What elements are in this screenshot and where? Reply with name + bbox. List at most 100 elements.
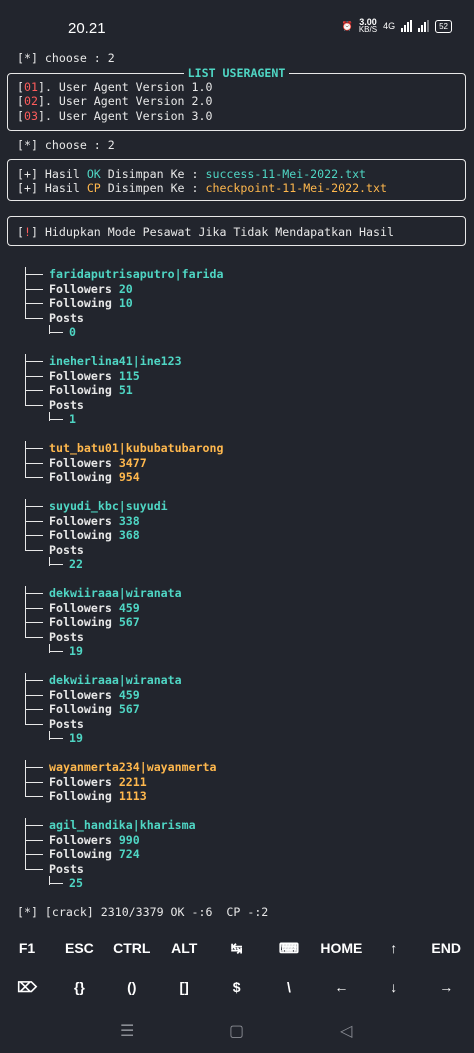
signal-icon — [401, 20, 413, 32]
account-name: dekwiiraaa|wiranata — [49, 586, 182, 600]
posts-value: 19 — [69, 644, 83, 658]
arrow-down-key[interactable]: ↓ — [368, 979, 420, 995]
posts-value: 25 — [69, 876, 83, 890]
keyboard-toggle-icon[interactable]: ⌨ — [263, 940, 315, 957]
posts-label: Posts — [49, 861, 84, 876]
tree-branch — [25, 441, 26, 477]
followers-row: Followers 338 — [49, 513, 140, 528]
backslash-key[interactable]: \ — [263, 979, 315, 995]
status-icons: ⏰ 3.00 KB/S 4G 52 — [342, 18, 452, 34]
tree-connector — [25, 622, 43, 623]
followers-row: Followers 459 — [49, 687, 140, 702]
posts-label: Posts — [49, 542, 84, 557]
home-icon[interactable]: ▢ — [229, 1021, 244, 1040]
followers-row: Followers 459 — [49, 600, 140, 615]
tree-connector — [25, 448, 43, 449]
tab-key[interactable]: ↹ — [211, 940, 263, 957]
tree-connector — [49, 738, 63, 739]
tree-connector — [49, 883, 63, 884]
delete-key[interactable]: ⌦ — [1, 979, 53, 996]
dollar-key[interactable]: $ — [211, 979, 263, 995]
tree-connector — [25, 694, 43, 696]
ctrl-key[interactable]: CTRL — [106, 940, 158, 956]
alarm-icon: ⏰ — [341, 20, 353, 31]
posts-label: Posts — [49, 310, 84, 325]
tree-connector — [25, 274, 43, 275]
f1-key[interactable]: F1 — [1, 940, 53, 956]
useragent-title: LIST USERAGENT — [183, 66, 290, 80]
account-name: wayanmerta234|wayanmerta — [49, 760, 217, 774]
battery-icon: 52 — [435, 19, 452, 33]
tree-connector — [25, 825, 43, 826]
following-row: Following 10 — [49, 296, 133, 310]
crack-progress: [*] [crack] 2310/3379 OK -:6 CP -:2 — [17, 905, 269, 919]
followers-row: Followers 115 — [49, 368, 140, 383]
recents-icon[interactable]: ☰ — [120, 1021, 134, 1040]
following-row: Following 368 — [49, 528, 140, 542]
tree-connector — [25, 781, 43, 783]
navigation-bar: ☰ ▢ ◁ — [0, 1007, 474, 1053]
clock: 20.21 — [68, 20, 106, 37]
following-row: Following 567 — [49, 702, 140, 716]
tree-connector — [25, 520, 43, 522]
useragent-item: [02]. User Agent Version 2.0 — [17, 94, 213, 108]
prompt-choose-2: [*] choose : 2 — [17, 138, 115, 152]
following-row: Following 51 — [49, 383, 133, 397]
result-cp-line: [+] Hasil CP Disimpen Ke : checkpoint-11… — [17, 181, 387, 195]
tree-connector — [25, 723, 43, 725]
back-icon[interactable]: ◁ — [340, 1021, 352, 1040]
arrow-left-key[interactable]: ← — [315, 979, 367, 995]
useragent-item: [03]. User Agent Version 3.0 — [17, 109, 213, 123]
network-speed: 3.00 KB/S — [358, 17, 378, 34]
arrow-up-key[interactable]: ↑ — [368, 940, 420, 956]
tree-connector — [25, 375, 43, 377]
parentheses-key[interactable]: () — [106, 979, 158, 995]
tree-connector — [25, 868, 43, 870]
braces-key[interactable]: {} — [53, 979, 105, 995]
tree-connector — [49, 564, 63, 565]
followers-row: Followers 3477 — [49, 455, 147, 470]
esc-key[interactable]: ESC — [53, 940, 105, 956]
tree-connector — [25, 317, 43, 319]
warning-text: [!] Hidupkan Mode Pesawat Jika Tidak Men… — [17, 225, 394, 239]
following-row: Following 567 — [49, 615, 140, 629]
tree-connector — [25, 854, 43, 855]
following-row: Following 954 — [49, 470, 140, 484]
tree-connector — [25, 506, 43, 507]
network-type: 4G — [383, 21, 396, 31]
posts-value: 22 — [69, 557, 83, 571]
tree-connector — [25, 680, 43, 681]
home-key[interactable]: HOME — [315, 940, 367, 956]
tree-connector — [25, 839, 43, 841]
tree-connector — [25, 593, 43, 594]
signal-icon-2 — [418, 20, 430, 32]
posts-value: 1 — [69, 412, 76, 426]
tree-connector — [25, 477, 43, 478]
posts-label: Posts — [49, 397, 84, 412]
account-name: dekwiiraaa|wiranata — [49, 673, 182, 687]
tree-connector — [25, 535, 43, 536]
useragent-item: [01]. User Agent Version 1.0 — [17, 80, 213, 94]
end-key[interactable]: END — [420, 940, 472, 956]
extra-keys-bar: F1 ESC CTRL ALT ↹ ⌨ HOME ↑ END ⌦{}()[] $ \ ← ↓ → — [0, 925, 474, 1007]
tree-connector — [25, 404, 43, 406]
tree-connector — [25, 709, 43, 710]
account-name: ineherlina41|ine123 — [49, 354, 182, 368]
tree-connector — [25, 390, 43, 391]
following-row: Following 1113 — [49, 789, 147, 803]
tree-connector — [25, 303, 43, 304]
followers-row: Followers 20 — [49, 281, 133, 296]
brackets-key[interactable]: [] — [158, 979, 210, 995]
posts-value: 0 — [69, 325, 76, 339]
tree-connector — [25, 361, 43, 362]
followers-row: Followers 990 — [49, 832, 140, 847]
posts-label: Posts — [49, 716, 84, 731]
tree-connector — [49, 651, 63, 652]
result-ok-line: [+] Hasil OK Disimpan Ke : success-11-Me… — [17, 167, 367, 181]
followers-row: Followers 2211 — [49, 774, 147, 789]
alt-key[interactable]: ALT — [158, 940, 210, 956]
tree-connector — [25, 462, 43, 464]
status-bar: 20.21 ⏰ 3.00 KB/S 4G 52 — [0, 0, 474, 44]
tree-connector — [49, 332, 63, 333]
arrow-right-key[interactable]: → — [420, 979, 472, 995]
